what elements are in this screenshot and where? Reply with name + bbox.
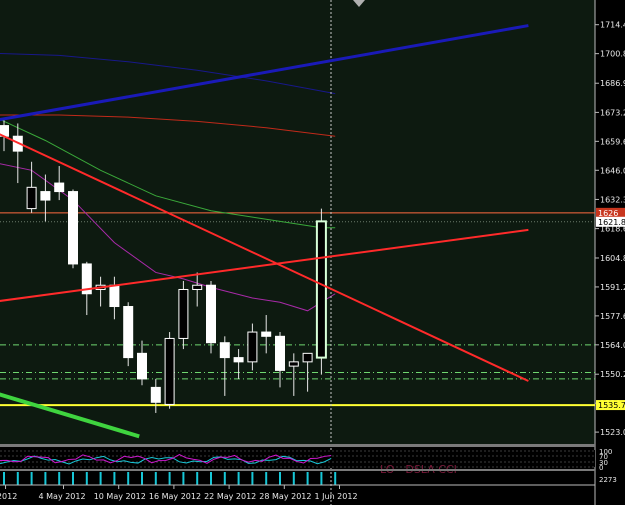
time-axis-label: 28 May 2012 <box>259 492 311 501</box>
candle-body <box>26 186 37 210</box>
candle-body <box>288 361 299 367</box>
time-axis-label: 4 May 2012 <box>39 492 86 501</box>
price-axis-tick-label: 1604.8 <box>600 254 625 263</box>
candle-body <box>40 191 51 201</box>
price-axis-tick-label: 1646.0 <box>600 166 625 175</box>
price-axis-tick-label: 1577.6 <box>600 312 625 321</box>
panel-separator <box>0 444 595 447</box>
current-price-tag: 1626 <box>598 209 618 218</box>
price-axis-tick-label: 1564.0 <box>600 341 625 350</box>
candle-body <box>247 331 258 363</box>
price-axis-tick-label: 1700.8 <box>600 50 625 59</box>
time-axis-label: 10 May 2012 <box>94 492 146 501</box>
oscillator-panel <box>0 450 595 467</box>
candle-body <box>68 191 78 265</box>
oscillator-tick-label: 0 <box>599 464 603 472</box>
candle-body <box>137 352 147 380</box>
price-axis-tick-label: 1591.2 <box>600 283 625 292</box>
price-axis-tick-label: 1714.4 <box>600 21 625 30</box>
volume-separator <box>0 469 595 471</box>
candle-body <box>192 284 203 290</box>
candle-body <box>178 288 189 339</box>
candle-body <box>261 331 272 337</box>
price-axis-tick-label: 1523.0 <box>600 428 625 437</box>
candle-body <box>315 220 327 359</box>
price-axis-tick-label: 1659.6 <box>600 137 625 146</box>
candle-body <box>206 284 216 344</box>
candle-body <box>150 386 161 403</box>
candle-body <box>275 335 285 371</box>
price-axis-tick-label: 1632.3 <box>600 195 625 204</box>
support-price-tag: 1535.7 <box>598 401 625 410</box>
candle-body <box>233 357 244 363</box>
chart-window: 1714.4 1700.8 1686.9 1673.2 1659.6 1646.0 1632… <box>0 0 625 505</box>
price-axis-tick-label: 1686.9 <box>600 79 625 88</box>
time-axis-label: Apr 2012 <box>0 492 17 501</box>
candle-body <box>164 337 175 405</box>
volume-label: 2273 <box>599 476 617 484</box>
candle-body <box>123 306 134 359</box>
time-axis-label: 1 Jun 2012 <box>315 492 358 501</box>
price-axis-tick-label: 1550.2 <box>600 370 625 379</box>
candle-body <box>54 182 65 193</box>
cursor-price-tag: 1621.8 <box>598 218 625 227</box>
candle-body <box>219 342 230 359</box>
candle-body <box>302 352 313 363</box>
candle-body <box>109 284 120 308</box>
time-axis-label: 22 May 2012 <box>204 492 256 501</box>
candlestick-chart[interactable]: 1714.4 1700.8 1686.9 1673.2 1659.6 1646.0 1632… <box>0 0 625 505</box>
price-axis-tick-label: 1673.2 <box>600 108 625 117</box>
time-axis-label: 16 May 2012 <box>149 492 201 501</box>
